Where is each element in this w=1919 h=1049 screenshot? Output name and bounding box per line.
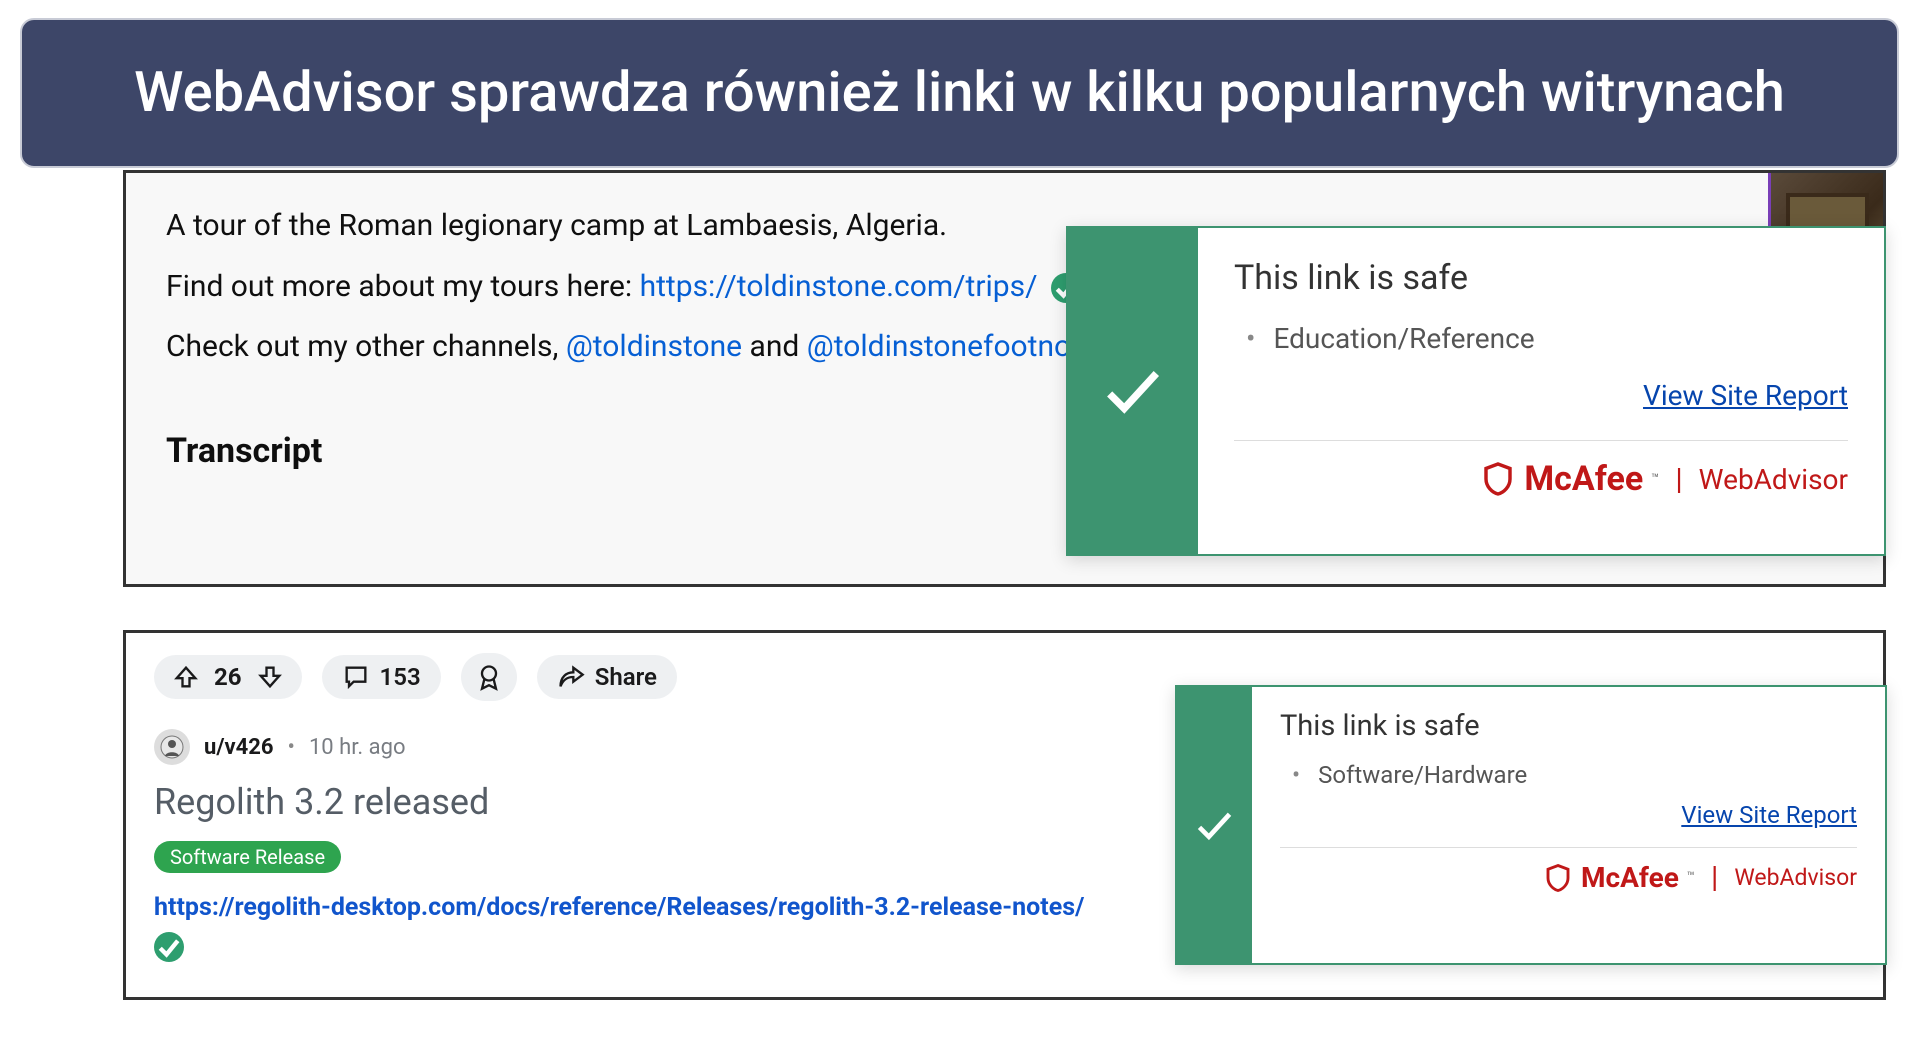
mcafee-tm: ™ — [1651, 472, 1659, 487]
post-time: 10 hr. ago — [309, 735, 406, 760]
mcafee-shield-icon — [1480, 461, 1516, 497]
meta-separator: • — [288, 735, 295, 760]
safe-check-icon[interactable] — [154, 932, 184, 962]
downvote-icon[interactable] — [256, 663, 284, 691]
channel-link-2[interactable]: @toldinstonefootnot — [807, 329, 1081, 364]
webadvisor-brand-text: WebAdvisor — [1734, 864, 1857, 891]
popup-status-strip — [1177, 687, 1252, 963]
webadvisor-popup-2: This link is safe Software/Hardware View… — [1175, 685, 1887, 965]
popup-status-strip — [1068, 228, 1198, 554]
popup-category: Education/Reference — [1234, 322, 1848, 355]
avatar[interactable] — [154, 729, 190, 765]
avatar-icon — [160, 735, 184, 759]
post-username[interactable]: u/v426 — [204, 735, 274, 760]
popup-category: Software/Hardware — [1280, 761, 1857, 789]
popup-brand: McAfee ™ | WebAdvisor — [1280, 860, 1857, 895]
popup-title: This link is safe — [1280, 709, 1857, 743]
upvote-icon[interactable] — [172, 663, 200, 691]
brand-separator: | — [1711, 860, 1718, 895]
popup-divider — [1280, 847, 1857, 848]
share-button[interactable]: Share — [537, 655, 677, 699]
headline-banner: WebAdvisor sprawdza również linki w kilk… — [20, 18, 1899, 168]
popup-brand: McAfee ™ | WebAdvisor — [1234, 459, 1848, 499]
headline-text: WebAdvisor sprawdza również linki w kilk… — [134, 59, 1785, 126]
checkmark-icon — [1098, 356, 1168, 426]
view-site-report-link[interactable]: View Site Report — [1681, 801, 1857, 829]
mcafee-tm: ™ — [1687, 870, 1695, 885]
description-line-3-prefix: Check out my other channels, — [166, 329, 566, 364]
checkmark-icon — [1192, 803, 1237, 848]
mcafee-brand-text: McAfee — [1524, 459, 1643, 499]
description-line-2-prefix: Find out more about my tours here: — [166, 269, 640, 304]
comment-icon — [342, 663, 370, 691]
channel-link-1[interactable]: @toldinstone — [566, 329, 742, 364]
brand-separator: | — [1675, 462, 1682, 497]
view-site-report-link[interactable]: View Site Report — [1643, 379, 1848, 412]
popup-title: This link is safe — [1234, 258, 1848, 298]
webadvisor-brand-text: WebAdvisor — [1699, 463, 1848, 496]
comment-count: 153 — [380, 663, 421, 691]
comments-button[interactable]: 153 — [322, 655, 441, 699]
mcafee-shield-icon — [1543, 863, 1573, 893]
share-label: Share — [595, 663, 657, 691]
mcafee-brand-text: McAfee — [1581, 861, 1679, 894]
vote-count: 26 — [214, 663, 242, 691]
vote-widget: 26 — [154, 655, 302, 699]
share-icon — [557, 663, 585, 691]
post-flair[interactable]: Software Release — [154, 841, 341, 873]
award-icon — [475, 663, 503, 691]
description-line-3-mid: and — [742, 329, 807, 364]
award-button[interactable] — [461, 653, 517, 701]
popup-divider — [1234, 440, 1848, 441]
webadvisor-popup-1: This link is safe Education/Reference Vi… — [1066, 226, 1886, 556]
tours-link[interactable]: https://toldinstone.com/trips/ — [640, 269, 1038, 304]
